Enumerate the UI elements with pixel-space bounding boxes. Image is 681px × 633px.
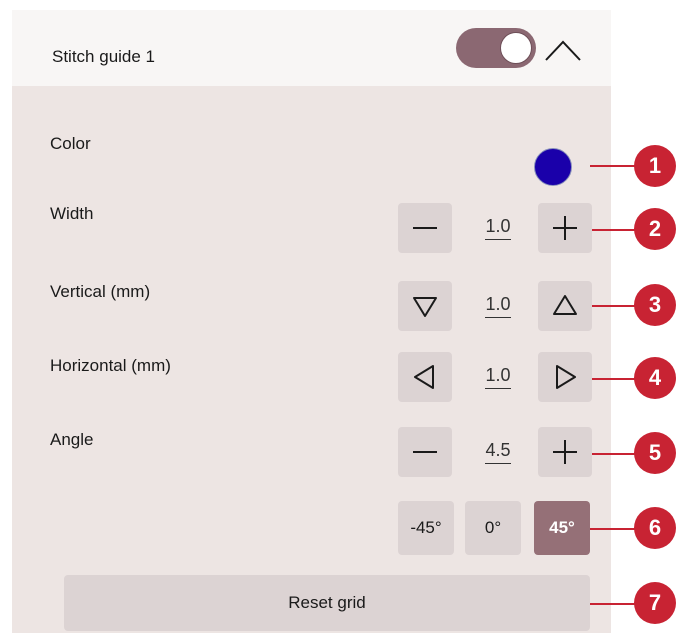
callout-line bbox=[590, 528, 640, 530]
plus-icon bbox=[553, 216, 577, 240]
color-swatch[interactable] bbox=[534, 148, 572, 186]
angle-value[interactable]: 4.5 bbox=[473, 440, 523, 464]
collapse-button[interactable] bbox=[540, 30, 586, 66]
toggle-knob bbox=[500, 32, 532, 64]
triangle-right-icon bbox=[556, 365, 576, 389]
angle-preset-0-button[interactable]: 0° bbox=[465, 501, 521, 555]
width-label: Width bbox=[50, 204, 94, 223]
plus-icon bbox=[553, 440, 577, 464]
stitch-guide-toggle[interactable] bbox=[456, 28, 536, 68]
callout-line bbox=[590, 165, 640, 167]
stitch-guide-panel: Stitch guide 1 bbox=[12, 10, 611, 633]
horizontal-value[interactable]: 1.0 bbox=[473, 365, 523, 389]
angle-decrease-button[interactable] bbox=[398, 427, 452, 477]
chevron-up-icon bbox=[545, 40, 581, 61]
width-increase-button[interactable] bbox=[538, 203, 592, 253]
callout-line bbox=[592, 453, 640, 455]
minus-icon bbox=[413, 227, 437, 229]
callout-badge: 2 bbox=[634, 208, 676, 250]
minus-icon bbox=[413, 451, 437, 453]
reset-grid-button[interactable]: Reset grid bbox=[64, 575, 590, 631]
triangle-down-icon bbox=[413, 297, 437, 317]
panel-header: Stitch guide 1 bbox=[12, 10, 611, 86]
width-decrease-button[interactable] bbox=[398, 203, 452, 253]
callout-badge: 6 bbox=[634, 507, 676, 549]
callout-line bbox=[592, 229, 640, 231]
triangle-left-icon bbox=[414, 365, 434, 389]
callout-line bbox=[592, 378, 640, 380]
callout-badge: 7 bbox=[634, 582, 676, 624]
horizontal-right-button[interactable] bbox=[538, 352, 592, 402]
angle-preset-minus45-button[interactable]: -45° bbox=[398, 501, 454, 555]
vertical-down-button[interactable] bbox=[398, 281, 452, 331]
callout-badge: 5 bbox=[634, 432, 676, 474]
callout-badge: 3 bbox=[634, 284, 676, 326]
callout-badge: 4 bbox=[634, 357, 676, 399]
vertical-up-button[interactable] bbox=[538, 281, 592, 331]
triangle-up-icon bbox=[553, 295, 577, 315]
horizontal-label: Horizontal (mm) bbox=[50, 356, 171, 375]
panel-title: Stitch guide 1 bbox=[52, 47, 156, 66]
color-label: Color bbox=[50, 134, 91, 153]
callout-line bbox=[592, 305, 640, 307]
vertical-label: Vertical (mm) bbox=[50, 282, 151, 301]
angle-preset-45-button[interactable]: 45° bbox=[534, 501, 590, 555]
angle-label: Angle bbox=[50, 430, 94, 449]
callout-badge: 1 bbox=[634, 145, 676, 187]
callout-line bbox=[590, 603, 640, 605]
width-value[interactable]: 1.0 bbox=[473, 216, 523, 240]
horizontal-left-button[interactable] bbox=[398, 352, 452, 402]
vertical-value[interactable]: 1.0 bbox=[473, 294, 523, 318]
angle-increase-button[interactable] bbox=[538, 427, 592, 477]
